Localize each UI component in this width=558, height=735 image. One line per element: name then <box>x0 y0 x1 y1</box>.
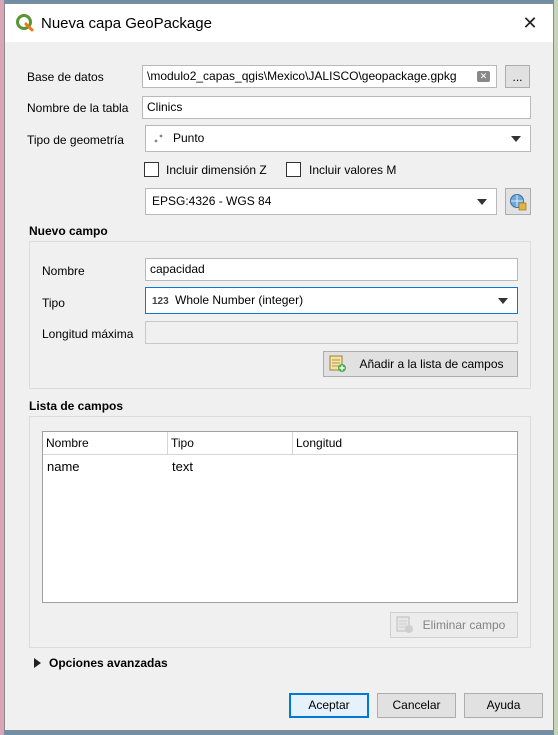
column-header-name[interactable]: Nombre <box>43 432 168 455</box>
table-name-label: Nombre de la tabla <box>27 101 129 115</box>
title-bar[interactable]: Nueva capa GeoPackage ✕ <box>5 4 553 42</box>
help-button[interactable]: Ayuda <box>464 693 543 718</box>
accept-button[interactable]: Aceptar <box>289 693 369 718</box>
field-type-combo[interactable]: 123 Whole Number (integer) <box>145 287 518 314</box>
geometry-type-value: Punto <box>173 131 205 145</box>
add-to-field-list-button[interactable]: Añadir a la lista de campos <box>323 351 518 377</box>
crs-selector-button[interactable] <box>505 188 531 215</box>
max-length-input[interactable] <box>145 321 518 344</box>
remove-field-label: Eliminar campo <box>422 618 506 632</box>
table-cell-type: text <box>172 459 193 474</box>
close-button[interactable]: ✕ <box>507 4 553 42</box>
column-header-length[interactable]: Longitud <box>293 432 517 455</box>
include-m-checkbox[interactable] <box>286 162 301 177</box>
close-icon: ✕ <box>522 13 538 33</box>
database-label: Base de datos <box>27 70 104 84</box>
advanced-options-label: Opciones avanzadas <box>49 656 168 670</box>
add-to-field-list-label: Añadir a la lista de campos <box>359 357 504 371</box>
crs-combo[interactable]: EPSG:4326 - WGS 84 <box>145 188 497 215</box>
field-list-group: Nombre Tipo Longitud name text Eliminar … <box>29 416 531 648</box>
crs-selector-icon <box>510 194 527 211</box>
add-field-icon <box>329 355 346 372</box>
field-type-value: Whole Number (integer) <box>175 293 304 307</box>
field-type-label: Tipo <box>42 296 65 310</box>
geometry-type-combo[interactable]: Punto <box>145 125 531 152</box>
expand-arrow-icon <box>34 658 41 668</box>
dropdown-arrow-icon <box>511 136 521 142</box>
clear-icon[interactable]: ✕ <box>477 71 490 82</box>
cancel-button[interactable]: Cancelar <box>377 693 456 718</box>
dropdown-arrow-icon <box>477 199 487 205</box>
include-m-label: Incluir valores M <box>309 163 397 177</box>
field-name-label: Nombre <box>42 264 85 278</box>
database-path-field[interactable]: \modulo2_capas_qgis\Mexico\JALISCO\geopa… <box>142 65 497 88</box>
table-cell-name: name <box>47 459 80 474</box>
integer-type-icon: 123 <box>152 296 169 307</box>
new-field-group: Nombre capacidad Tipo 123 Whole Number (… <box>29 241 531 389</box>
max-length-label: Longitud máxima <box>42 327 134 341</box>
database-path-value: \modulo2_capas_qgis\Mexico\JALISCO\geopa… <box>147 69 457 83</box>
remove-field-button[interactable]: Eliminar campo <box>390 612 518 638</box>
browse-button[interactable]: ... <box>505 65 530 88</box>
crs-value: EPSG:4326 - WGS 84 <box>152 194 272 208</box>
dropdown-arrow-icon <box>498 298 508 304</box>
new-field-title: Nuevo campo <box>29 224 108 238</box>
geometry-type-label: Tipo de geometría <box>27 133 124 147</box>
include-z-checkbox[interactable] <box>144 162 159 177</box>
window-title: Nueva capa GeoPackage <box>41 15 212 32</box>
qgis-logo-icon <box>16 14 34 32</box>
background-right-strip <box>554 0 558 735</box>
include-z-label: Incluir dimensión Z <box>166 163 267 177</box>
table-name-field[interactable]: Clinics <box>142 96 531 119</box>
point-geometry-icon <box>154 134 163 143</box>
table-row[interactable]: name text <box>43 456 517 478</box>
remove-field-icon <box>396 616 413 633</box>
field-name-input[interactable]: capacidad <box>145 258 518 281</box>
field-list-title: Lista de campos <box>29 399 124 413</box>
column-header-type[interactable]: Tipo <box>168 432 293 455</box>
new-geopackage-dialog: Nueva capa GeoPackage ✕ Base de datos \m… <box>4 3 554 731</box>
field-list-table[interactable]: Nombre Tipo Longitud name text <box>42 431 518 603</box>
